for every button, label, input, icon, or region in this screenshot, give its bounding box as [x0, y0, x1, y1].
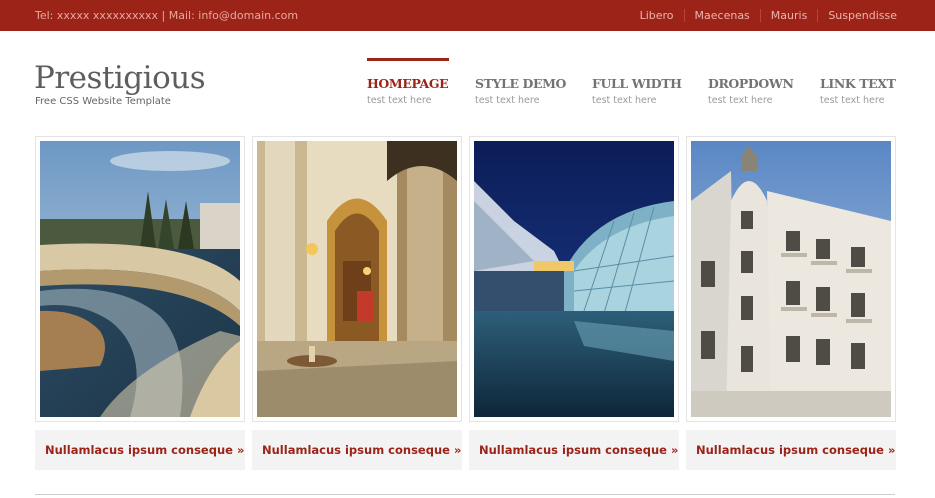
nav-subtext: test text here: [592, 95, 657, 106]
nav-label[interactable]: FULL WIDTH: [592, 76, 682, 91]
top-link-suspendisse[interactable]: Suspendisse: [817, 9, 907, 22]
nav-item-style-demo[interactable]: STYLE DEMO test text here: [475, 58, 566, 106]
gallery-caption-4: Nullamlacus ipsum conseque »: [686, 430, 896, 470]
nav-subtext: test text here: [475, 95, 540, 106]
gallery-image-fountain[interactable]: [40, 141, 240, 417]
nav-subtext: test text here: [367, 95, 432, 106]
top-link-libero[interactable]: Libero: [630, 9, 684, 22]
nav-active-indicator: [367, 58, 449, 61]
gallery-caption-link[interactable]: Nullamlacus ipsum conseque »: [696, 443, 895, 457]
nav-subtext: test text here: [708, 95, 773, 106]
gallery-card-1[interactable]: [35, 136, 245, 422]
gallery-caption-3: Nullamlacus ipsum conseque »: [469, 430, 679, 470]
gallery-card-2[interactable]: [252, 136, 462, 422]
contact-info: Tel: xxxxx xxxxxxxxxx | Mail: info@domai…: [35, 9, 299, 22]
top-link-mauris[interactable]: Mauris: [759, 9, 818, 22]
nav-label[interactable]: LINK TEXT: [820, 76, 902, 91]
top-links: Libero Maecenas Mauris Suspendisse: [630, 9, 907, 22]
top-bar: Tel: xxxxx xxxxxxxxxx | Mail: info@domai…: [0, 0, 935, 31]
gallery-caption-link[interactable]: Nullamlacus ipsum conseque »: [479, 443, 678, 457]
nav-subtext: test text here: [820, 95, 885, 106]
gallery-image-classical-building[interactable]: [691, 141, 891, 417]
nav-label[interactable]: HOMEPAGE: [367, 76, 449, 91]
gallery-image-archway[interactable]: [257, 141, 457, 417]
top-link-maecenas[interactable]: Maecenas: [683, 9, 760, 22]
nav-item-link-text[interactable]: LINK TEXT test text here: [820, 58, 902, 106]
gallery-caption-2: Nullamlacus ipsum conseque »: [252, 430, 462, 470]
nav-label[interactable]: STYLE DEMO: [475, 76, 566, 91]
gallery-caption-link[interactable]: Nullamlacus ipsum conseque »: [45, 443, 244, 457]
site-logo-title[interactable]: Prestigious: [34, 60, 206, 96]
site-logo-subtitle: Free CSS Website Template: [35, 96, 171, 107]
gallery-card-3[interactable]: [469, 136, 679, 422]
gallery-card-4[interactable]: [686, 136, 896, 422]
gallery-image-modern-building[interactable]: [474, 141, 674, 417]
gallery-caption-1: Nullamlacus ipsum conseque »: [35, 430, 245, 470]
nav-item-full-width[interactable]: FULL WIDTH test text here: [592, 58, 682, 106]
nav-label[interactable]: DROPDOWN: [708, 76, 794, 91]
gallery-caption-link[interactable]: Nullamlacus ipsum conseque »: [262, 443, 461, 457]
nav-item-dropdown[interactable]: DROPDOWN test text here: [708, 58, 794, 106]
divider: [35, 494, 895, 495]
nav-item-homepage[interactable]: HOMEPAGE test text here: [367, 58, 449, 106]
